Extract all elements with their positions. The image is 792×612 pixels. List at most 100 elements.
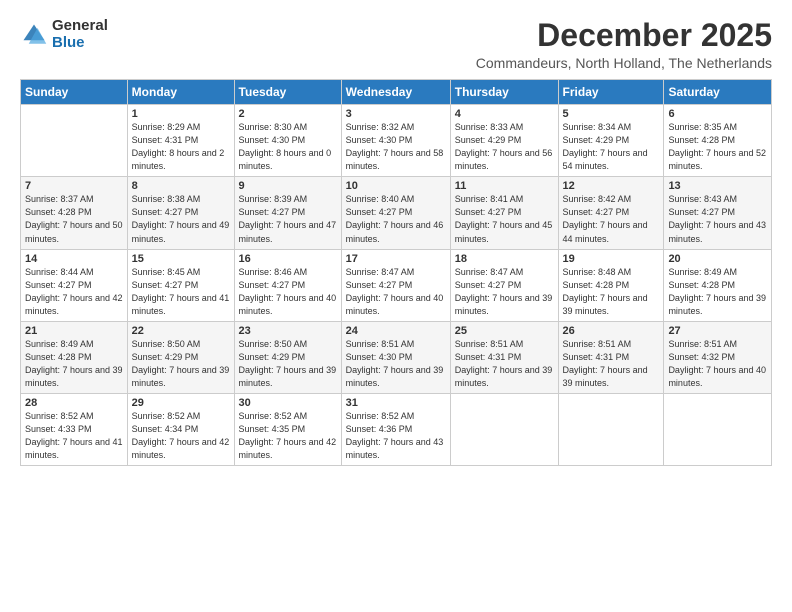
calendar-cell: 22Sunrise: 8:50 AMSunset: 4:29 PMDayligh… (127, 321, 234, 393)
calendar-cell: 13Sunrise: 8:43 AMSunset: 4:27 PMDayligh… (664, 177, 772, 249)
day-number: 18 (455, 253, 554, 265)
weekday-header-sunday: Sunday (21, 80, 128, 105)
day-info: Sunrise: 8:38 AMSunset: 4:27 PMDaylight:… (132, 193, 230, 245)
day-number: 20 (668, 253, 767, 265)
day-number: 10 (346, 180, 446, 192)
calendar-cell: 29Sunrise: 8:52 AMSunset: 4:34 PMDayligh… (127, 393, 234, 465)
day-number: 31 (346, 397, 446, 409)
calendar-cell: 9Sunrise: 8:39 AMSunset: 4:27 PMDaylight… (234, 177, 341, 249)
day-info: Sunrise: 8:52 AMSunset: 4:34 PMDaylight:… (132, 410, 230, 462)
calendar-week-row: 1Sunrise: 8:29 AMSunset: 4:31 PMDaylight… (21, 105, 772, 177)
day-number: 9 (239, 180, 337, 192)
calendar-cell: 27Sunrise: 8:51 AMSunset: 4:32 PMDayligh… (664, 321, 772, 393)
day-number: 5 (563, 108, 660, 120)
calendar-cell: 8Sunrise: 8:38 AMSunset: 4:27 PMDaylight… (127, 177, 234, 249)
day-info: Sunrise: 8:49 AMSunset: 4:28 PMDaylight:… (668, 266, 767, 318)
calendar-cell: 19Sunrise: 8:48 AMSunset: 4:28 PMDayligh… (558, 249, 664, 321)
calendar-cell: 28Sunrise: 8:52 AMSunset: 4:33 PMDayligh… (21, 393, 128, 465)
day-number: 28 (25, 397, 123, 409)
calendar-cell (664, 393, 772, 465)
calendar-cell: 2Sunrise: 8:30 AMSunset: 4:30 PMDaylight… (234, 105, 341, 177)
day-number: 22 (132, 325, 230, 337)
day-number: 17 (346, 253, 446, 265)
day-info: Sunrise: 8:32 AMSunset: 4:30 PMDaylight:… (346, 121, 446, 173)
day-number: 13 (668, 180, 767, 192)
calendar-cell: 17Sunrise: 8:47 AMSunset: 4:27 PMDayligh… (341, 249, 450, 321)
day-number: 1 (132, 108, 230, 120)
header: General Blue December 2025 Commandeurs, … (20, 18, 772, 71)
calendar-cell: 1Sunrise: 8:29 AMSunset: 4:31 PMDaylight… (127, 105, 234, 177)
day-number: 16 (239, 253, 337, 265)
day-info: Sunrise: 8:50 AMSunset: 4:29 PMDaylight:… (239, 338, 337, 390)
day-number: 7 (25, 180, 123, 192)
day-number: 4 (455, 108, 554, 120)
day-info: Sunrise: 8:47 AMSunset: 4:27 PMDaylight:… (455, 266, 554, 318)
day-number: 29 (132, 397, 230, 409)
day-info: Sunrise: 8:48 AMSunset: 4:28 PMDaylight:… (563, 266, 660, 318)
logo: General Blue (20, 18, 108, 51)
day-info: Sunrise: 8:52 AMSunset: 4:36 PMDaylight:… (346, 410, 446, 462)
day-number: 6 (668, 108, 767, 120)
day-info: Sunrise: 8:51 AMSunset: 4:31 PMDaylight:… (455, 338, 554, 390)
day-info: Sunrise: 8:42 AMSunset: 4:27 PMDaylight:… (563, 193, 660, 245)
day-info: Sunrise: 8:47 AMSunset: 4:27 PMDaylight:… (346, 266, 446, 318)
day-info: Sunrise: 8:50 AMSunset: 4:29 PMDaylight:… (132, 338, 230, 390)
calendar-header-row: SundayMondayTuesdayWednesdayThursdayFrid… (21, 80, 772, 105)
calendar-week-row: 14Sunrise: 8:44 AMSunset: 4:27 PMDayligh… (21, 249, 772, 321)
calendar-cell: 10Sunrise: 8:40 AMSunset: 4:27 PMDayligh… (341, 177, 450, 249)
day-number: 21 (25, 325, 123, 337)
day-info: Sunrise: 8:49 AMSunset: 4:28 PMDaylight:… (25, 338, 123, 390)
calendar-table: SundayMondayTuesdayWednesdayThursdayFrid… (20, 79, 772, 466)
weekday-header-wednesday: Wednesday (341, 80, 450, 105)
calendar-cell: 6Sunrise: 8:35 AMSunset: 4:28 PMDaylight… (664, 105, 772, 177)
day-info: Sunrise: 8:46 AMSunset: 4:27 PMDaylight:… (239, 266, 337, 318)
day-number: 8 (132, 180, 230, 192)
day-info: Sunrise: 8:35 AMSunset: 4:28 PMDaylight:… (668, 121, 767, 173)
calendar-week-row: 7Sunrise: 8:37 AMSunset: 4:28 PMDaylight… (21, 177, 772, 249)
day-number: 15 (132, 253, 230, 265)
day-info: Sunrise: 8:29 AMSunset: 4:31 PMDaylight:… (132, 121, 230, 173)
calendar-cell: 30Sunrise: 8:52 AMSunset: 4:35 PMDayligh… (234, 393, 341, 465)
day-info: Sunrise: 8:40 AMSunset: 4:27 PMDaylight:… (346, 193, 446, 245)
weekday-header-tuesday: Tuesday (234, 80, 341, 105)
day-number: 12 (563, 180, 660, 192)
day-info: Sunrise: 8:52 AMSunset: 4:35 PMDaylight:… (239, 410, 337, 462)
calendar-cell: 4Sunrise: 8:33 AMSunset: 4:29 PMDaylight… (450, 105, 558, 177)
day-info: Sunrise: 8:51 AMSunset: 4:30 PMDaylight:… (346, 338, 446, 390)
calendar-week-row: 21Sunrise: 8:49 AMSunset: 4:28 PMDayligh… (21, 321, 772, 393)
calendar-cell: 23Sunrise: 8:50 AMSunset: 4:29 PMDayligh… (234, 321, 341, 393)
day-number: 14 (25, 253, 123, 265)
calendar-cell: 11Sunrise: 8:41 AMSunset: 4:27 PMDayligh… (450, 177, 558, 249)
day-number: 3 (346, 108, 446, 120)
day-number: 11 (455, 180, 554, 192)
logo-text: General Blue (52, 18, 108, 51)
day-number: 26 (563, 325, 660, 337)
day-info: Sunrise: 8:51 AMSunset: 4:31 PMDaylight:… (563, 338, 660, 390)
title-block: December 2025 Commandeurs, North Holland… (476, 18, 772, 71)
day-number: 30 (239, 397, 337, 409)
day-number: 27 (668, 325, 767, 337)
calendar-cell: 31Sunrise: 8:52 AMSunset: 4:36 PMDayligh… (341, 393, 450, 465)
weekday-header-saturday: Saturday (664, 80, 772, 105)
calendar-cell: 5Sunrise: 8:34 AMSunset: 4:29 PMDaylight… (558, 105, 664, 177)
day-info: Sunrise: 8:41 AMSunset: 4:27 PMDaylight:… (455, 193, 554, 245)
day-info: Sunrise: 8:43 AMSunset: 4:27 PMDaylight:… (668, 193, 767, 245)
month-title: December 2025 (476, 18, 772, 53)
calendar-cell: 21Sunrise: 8:49 AMSunset: 4:28 PMDayligh… (21, 321, 128, 393)
day-info: Sunrise: 8:52 AMSunset: 4:33 PMDaylight:… (25, 410, 123, 462)
calendar-cell: 25Sunrise: 8:51 AMSunset: 4:31 PMDayligh… (450, 321, 558, 393)
day-number: 2 (239, 108, 337, 120)
calendar-cell: 3Sunrise: 8:32 AMSunset: 4:30 PMDaylight… (341, 105, 450, 177)
day-number: 24 (346, 325, 446, 337)
logo-line1: General (52, 18, 108, 35)
day-number: 25 (455, 325, 554, 337)
calendar-page: General Blue December 2025 Commandeurs, … (0, 0, 792, 612)
calendar-cell: 16Sunrise: 8:46 AMSunset: 4:27 PMDayligh… (234, 249, 341, 321)
day-info: Sunrise: 8:34 AMSunset: 4:29 PMDaylight:… (563, 121, 660, 173)
day-number: 23 (239, 325, 337, 337)
calendar-cell: 18Sunrise: 8:47 AMSunset: 4:27 PMDayligh… (450, 249, 558, 321)
day-number: 19 (563, 253, 660, 265)
day-info: Sunrise: 8:39 AMSunset: 4:27 PMDaylight:… (239, 193, 337, 245)
calendar-cell: 24Sunrise: 8:51 AMSunset: 4:30 PMDayligh… (341, 321, 450, 393)
logo-line2: Blue (52, 35, 108, 52)
